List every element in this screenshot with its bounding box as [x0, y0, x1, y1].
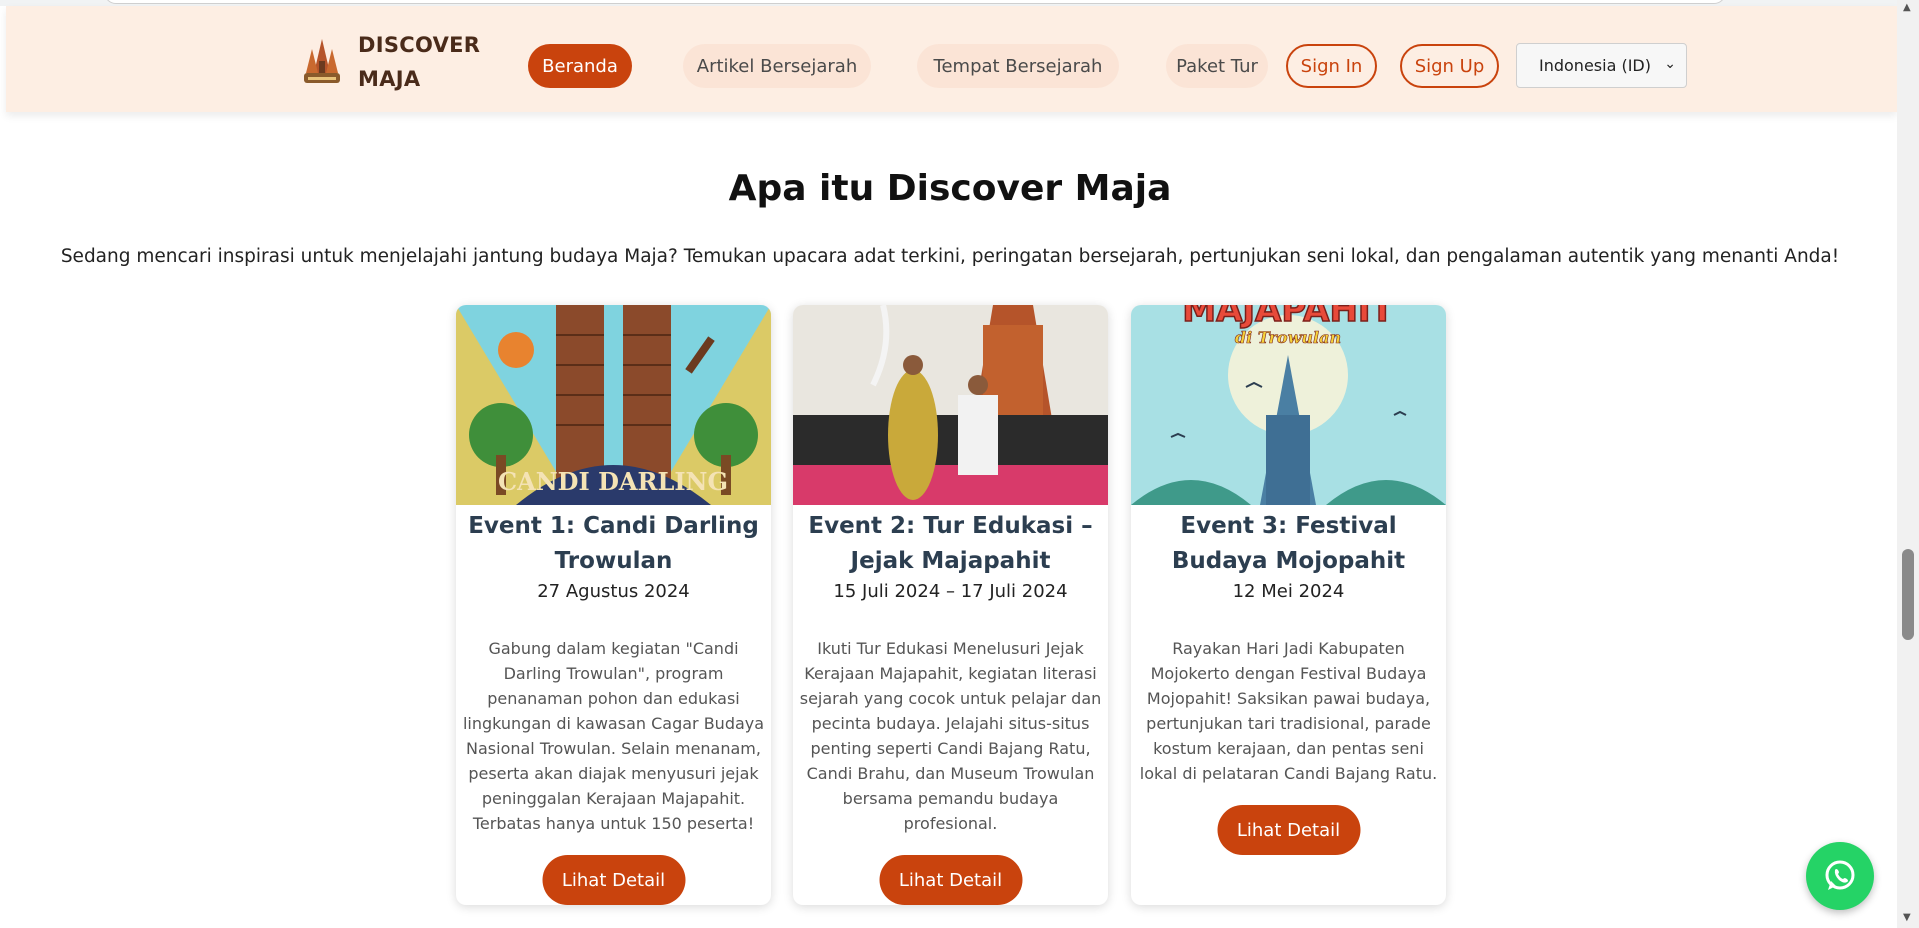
event-1-image-text: CANDI DARLING [498, 467, 728, 496]
event-card-2: Event 2: Tur Edukasi – Jejak Majapahit 1… [793, 305, 1108, 905]
event-3-image-text: MAJAPAHIT [1182, 305, 1394, 330]
nav-tempat-bersejarah[interactable]: Tempat Bersejarah [917, 44, 1119, 88]
brand-name-line1: DISCOVER [358, 33, 481, 57]
event-card-3: MAJAPAHIT di Trowulan Event 3: Festival … [1131, 305, 1446, 905]
event-2-description: Ikuti Tur Edukasi Menelusuri Jejak Keraj… [799, 639, 1102, 833]
page-title: Apa itu Discover Maja [728, 168, 1172, 209]
event-2-title: Event 2: Tur Edukasi – Jejak Majapahit [808, 513, 1093, 574]
event-1-detail-button[interactable]: Lihat Detail [542, 855, 685, 905]
navbar: DISCOVER MAJA Beranda Artikel Bersejarah… [6, 6, 1897, 112]
event-1-image: CANDI DARLING [456, 305, 771, 505]
sign-up-button[interactable]: Sign Up [1400, 44, 1499, 88]
nav-paket-tur[interactable]: Paket Tur [1166, 44, 1268, 88]
page-subtitle: Sedang mencari inspirasi untuk menjelaja… [60, 246, 1840, 267]
brand[interactable]: DISCOVER MAJA [300, 28, 481, 96]
nav-beranda[interactable]: Beranda [528, 44, 632, 88]
event-1-date: 27 Agustus 2024 [537, 581, 690, 602]
address-bar-edge [104, 0, 1726, 4]
scroll-thumb[interactable] [1902, 549, 1914, 640]
brand-name-line2: MAJA [358, 67, 421, 91]
event-2-image [793, 305, 1108, 505]
whatsapp-icon [1825, 860, 1855, 890]
scroll-up-arrow-icon[interactable]: ▲ [1903, 2, 1911, 13]
event-3-detail-button[interactable]: Lihat Detail [1217, 805, 1360, 855]
event-1-description: Gabung dalam kegiatan "Candi Darling Tro… [462, 639, 765, 833]
sign-in-button[interactable]: Sign In [1286, 44, 1377, 88]
nav-artikel-bersejarah[interactable]: Artikel Bersejarah [683, 44, 871, 88]
chevron-down-icon: ⌄ [1664, 56, 1676, 72]
event-3-image-subtext: di Trowulan [1235, 328, 1341, 347]
temple-logo-icon [304, 39, 340, 83]
event-card-1: CANDI DARLING Event 1: Candi Darling Tro… [456, 305, 771, 905]
language-select-value: Indonesia (ID) [1539, 56, 1651, 75]
event-3-image: MAJAPAHIT di Trowulan [1131, 305, 1446, 505]
event-1-title: Event 1: Candi Darling Trowulan [468, 513, 759, 574]
event-2-detail-button[interactable]: Lihat Detail [879, 855, 1022, 905]
event-2-date: 15 Juli 2024 – 17 Juli 2024 [833, 581, 1068, 602]
event-3-description: Rayakan Hari Jadi Kabupaten Mojokerto de… [1139, 639, 1438, 783]
scroll-down-arrow-icon[interactable]: ▼ [1903, 912, 1911, 923]
event-3-title: Event 3: Festival Budaya Mojopahit [1171, 513, 1406, 574]
page-scrollbar[interactable]: ▲ ▼ [1897, 0, 1919, 928]
event-3-date: 12 Mei 2024 [1232, 581, 1345, 602]
brand-name: DISCOVER MAJA [358, 28, 481, 96]
language-select[interactable]: Indonesia (ID) ⌄ [1516, 43, 1687, 88]
whatsapp-button[interactable] [1806, 842, 1874, 910]
